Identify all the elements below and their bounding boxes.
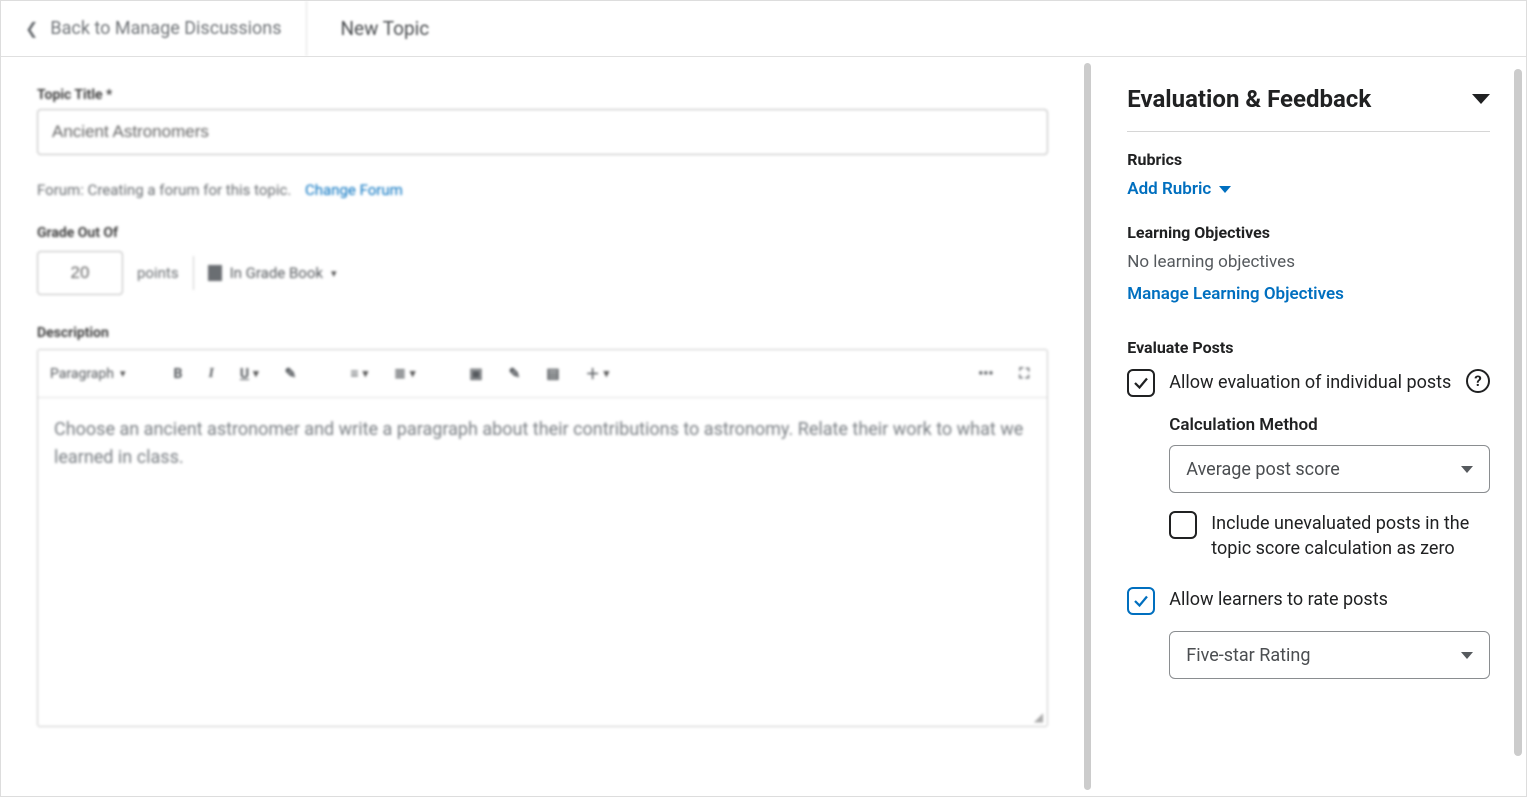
left-column: Topic Title * Forum: Creating a forum fo…	[1, 57, 1084, 796]
description-label: Description	[37, 325, 1048, 341]
gradebook-dropdown[interactable]: In Grade Book ▾	[208, 264, 337, 282]
check-icon	[1132, 374, 1150, 392]
chevron-down-icon	[1219, 186, 1231, 193]
chevron-down-icon: ▾	[120, 367, 126, 380]
caret-down-icon	[1472, 94, 1490, 104]
manage-objectives-link[interactable]: Manage Learning Objectives	[1127, 284, 1344, 304]
chevron-left-icon: ❮	[25, 19, 38, 38]
points-label: points	[137, 264, 179, 282]
editor-toolbar: Paragraph ▾ B I U ▾ ✎ ≡ ▾ ≣ ▾	[38, 350, 1047, 398]
resize-handle-icon[interactable]: ◢	[38, 708, 1047, 726]
calc-method-value: Average post score	[1186, 459, 1340, 480]
back-link[interactable]: ❮ Back to Manage Discussions	[1, 1, 307, 56]
back-label: Back to Manage Discussions	[50, 18, 281, 39]
editor-body[interactable]: Choose an ancient astronomer and write a…	[38, 398, 1047, 708]
rich-text-editor: Paragraph ▾ B I U ▾ ✎ ≡ ▾ ≣ ▾	[37, 349, 1048, 727]
add-rubric-button[interactable]: Add Rubric	[1127, 179, 1231, 199]
panel-title: Evaluation & Feedback	[1127, 85, 1371, 113]
calc-method-label: Calculation Method	[1169, 415, 1490, 435]
chevron-down-icon	[1461, 466, 1473, 473]
link-button[interactable]: ✎	[503, 362, 527, 386]
column-divider[interactable]	[1084, 63, 1091, 790]
list-button[interactable]: ≣ ▾	[388, 362, 421, 386]
align-button[interactable]: ≡ ▾	[344, 361, 374, 386]
top-bar: ❮ Back to Manage Discussions New Topic	[1, 1, 1526, 57]
rating-select[interactable]: Five-star Rating	[1169, 631, 1490, 679]
scrollbar[interactable]	[1514, 69, 1522, 756]
change-forum-link[interactable]: Change Forum	[305, 181, 403, 199]
clear-format-button[interactable]: ✎	[279, 362, 303, 386]
panel-header[interactable]: Evaluation & Feedback	[1127, 85, 1490, 132]
objectives-label: Learning Objectives	[1127, 223, 1490, 242]
add-rubric-label: Add Rubric	[1127, 179, 1211, 199]
rubrics-label: Rubrics	[1127, 150, 1490, 169]
underline-button[interactable]: U ▾	[234, 362, 265, 386]
help-icon[interactable]: ?	[1466, 369, 1490, 393]
grade-label: Grade Out Of	[37, 225, 1048, 241]
check-icon	[1132, 592, 1150, 610]
evaluate-posts-label: Evaluate Posts	[1127, 338, 1490, 357]
topic-title-input[interactable]	[37, 109, 1048, 155]
gradebook-label: In Grade Book	[230, 264, 323, 282]
italic-button[interactable]: I	[202, 362, 219, 386]
forum-line: Forum: Creating a forum for this topic. …	[37, 181, 1048, 199]
chevron-down-icon	[1461, 652, 1473, 659]
fullscreen-button[interactable]: ⛶	[1013, 362, 1035, 386]
topic-title-label: Topic Title *	[37, 87, 1048, 103]
page-title: New Topic	[307, 17, 464, 40]
gradebook-icon	[208, 265, 222, 281]
no-objectives-text: No learning objectives	[1127, 252, 1490, 272]
include-uneval-label: Include unevaluated posts in the topic s…	[1211, 511, 1490, 561]
more-button[interactable]: •••	[972, 362, 999, 386]
allow-rate-checkbox[interactable]	[1127, 587, 1155, 615]
forum-text: Forum: Creating a forum for this topic.	[37, 181, 291, 199]
insert-button-1[interactable]: ▣	[463, 362, 488, 386]
allow-rate-label: Allow learners to rate posts	[1169, 587, 1388, 612]
include-uneval-checkbox[interactable]	[1169, 511, 1197, 539]
image-button[interactable]: ▤	[540, 362, 565, 386]
bold-button[interactable]: B	[168, 362, 189, 386]
right-panel: Evaluation & Feedback Rubrics Add Rubric…	[1091, 57, 1526, 796]
calc-method-select[interactable]: Average post score	[1169, 445, 1490, 493]
paragraph-selector[interactable]: Paragraph ▾	[50, 366, 126, 382]
manage-objectives-label: Manage Learning Objectives	[1127, 284, 1344, 304]
grade-input[interactable]	[37, 251, 123, 295]
rating-value: Five-star Rating	[1186, 645, 1310, 666]
divider-icon	[193, 256, 194, 290]
chevron-down-icon: ▾	[331, 267, 337, 280]
allow-eval-checkbox[interactable]	[1127, 369, 1155, 397]
allow-eval-label: Allow evaluation of individual posts	[1169, 370, 1451, 395]
more-insert-button[interactable]: ＋ ▾	[580, 360, 616, 388]
